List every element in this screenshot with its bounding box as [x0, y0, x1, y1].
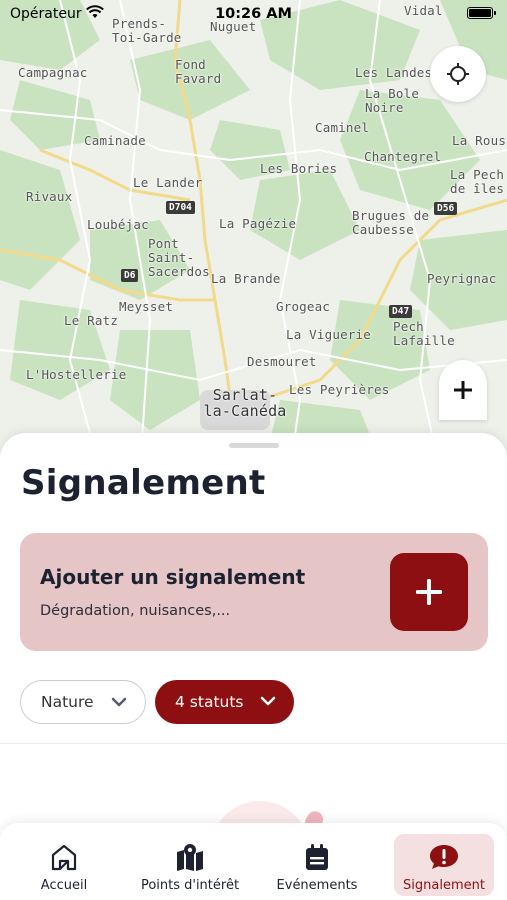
road-shield: D47	[389, 305, 413, 318]
chevron-down-icon	[260, 696, 276, 706]
tab-label: Accueil	[40, 878, 88, 893]
tab-label: Evénements	[276, 878, 358, 893]
tab-points-interet[interactable]: Points d'intérêt	[134, 834, 246, 896]
add-report-card[interactable]: Ajouter un signalement Dégradation, nuis…	[20, 533, 488, 651]
clock: 10:26 AM	[215, 6, 292, 22]
map-place-label: Les Landes	[355, 65, 433, 80]
locate-me-button[interactable]	[430, 46, 486, 102]
zoom-in-button[interactable]	[439, 360, 487, 420]
map-place-label: Les Bories	[260, 161, 338, 176]
map-place-label: Pech Lafaille	[393, 319, 455, 348]
page-title: Signalement	[21, 463, 266, 503]
map-place-label: Desmouret	[247, 354, 317, 369]
map-place-label: Peyrignac	[427, 271, 497, 286]
nature-filter-dropdown[interactable]: Nature	[20, 680, 146, 724]
map-place-label: Fond Favard	[175, 57, 222, 86]
map-place-label: Rivaux	[26, 189, 73, 204]
road-shield: D6	[121, 269, 139, 282]
tab-accueil[interactable]: Accueil	[27, 834, 101, 896]
map-place-label: Loubéjac	[87, 217, 149, 232]
add-report-subtitle: Dégradation, nuisances,...	[40, 603, 231, 619]
map-city-label: Sarlat-la-Canéda	[203, 386, 287, 420]
map-place-label: La Bole Noire	[365, 86, 420, 115]
map-place-label: La Viguerie	[286, 327, 371, 342]
plus-icon	[454, 381, 472, 399]
map-place-label: L'Hostellerie	[26, 367, 127, 382]
home-icon	[51, 844, 77, 871]
add-report-title: Ajouter un signalement	[40, 565, 306, 589]
status-filter-dropdown[interactable]: 4 statuts	[155, 680, 294, 724]
status-filter-label: 4 statuts	[175, 693, 244, 711]
map-place-label: Brugues de Caubesse	[352, 208, 430, 237]
map-place-label: Caminade	[84, 133, 146, 148]
map-place-label: Meysset	[119, 299, 174, 314]
map-place-label: La Rouss	[452, 133, 507, 148]
add-report-button[interactable]	[390, 553, 468, 631]
status-bar: Opérateur 10:26 AM	[0, 0, 507, 28]
map-place-label: Campagnac	[18, 65, 88, 80]
tab-evenements[interactable]: Evénements	[270, 834, 364, 896]
map-place-label: Le Ratz	[64, 313, 119, 328]
calendar-icon	[306, 844, 328, 870]
crosshair-icon	[447, 63, 469, 85]
chevron-down-icon	[111, 697, 127, 707]
tab-label: Points d'intérêt	[140, 878, 240, 893]
map-place-label: La Brande	[211, 271, 281, 286]
sheet-drag-handle[interactable]	[229, 443, 279, 448]
map-place-label: Grogeac	[276, 299, 331, 314]
alert-bubble-icon	[430, 845, 458, 869]
map-place-label: La Pagézie	[219, 216, 297, 231]
map-place-label: Caminel	[315, 120, 370, 135]
road-shield: D56	[434, 202, 458, 215]
tab-label: Signalement	[403, 878, 485, 893]
road-shield: D704	[166, 201, 195, 214]
map-place-label: Les Peyrières	[289, 382, 390, 397]
bottom-sheet: Signalement Ajouter un signalement Dégra…	[0, 433, 507, 861]
plus-icon	[416, 579, 442, 605]
map-pin-icon	[177, 844, 203, 871]
divider	[0, 743, 507, 744]
bottom-tab-bar: Accueil Points d'intérêt Evénements Sign…	[0, 823, 507, 900]
map-place-label: Le Lander	[133, 175, 203, 190]
map-place-label: Chantegrel	[364, 149, 442, 164]
tab-signalement[interactable]: Signalement	[394, 834, 494, 896]
nature-filter-label: Nature	[41, 693, 94, 711]
battery-icon	[467, 7, 496, 19]
map-place-label: La Pech de îles	[450, 167, 505, 196]
